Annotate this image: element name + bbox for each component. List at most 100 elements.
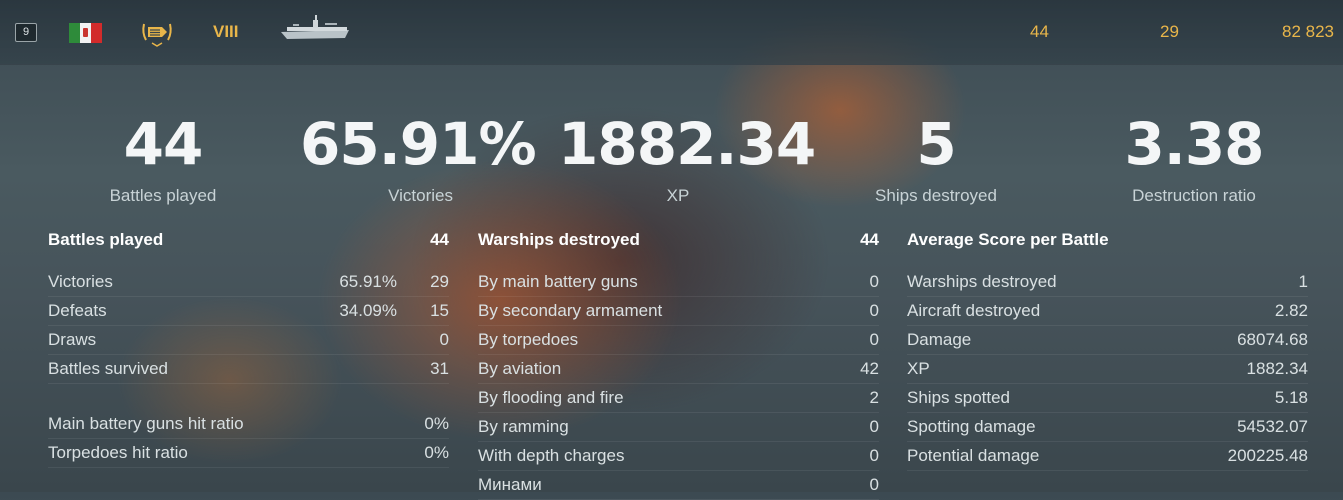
stat-percent	[317, 330, 397, 350]
stat-row-draws: Draws 0	[48, 326, 449, 355]
stat-value: 0	[869, 475, 879, 494]
italy-flag-icon	[69, 23, 102, 43]
stat-label: By ramming	[478, 417, 569, 436]
column-title-value: 44	[860, 230, 879, 249]
stat-label: Ships spotted	[907, 388, 1011, 407]
stat-value: 1882.34	[1246, 359, 1308, 378]
stat-label: Warships destroyed	[907, 272, 1057, 291]
stat-row: Ships spotted 5.18	[907, 384, 1308, 413]
stat-value: 0	[869, 417, 879, 436]
stat-percent: 34.09%	[339, 301, 397, 320]
stat-value: 0	[869, 330, 879, 349]
header-damage-total: 82 823	[1282, 22, 1334, 41]
rank-badge: 9	[15, 23, 37, 42]
stat-row: By main battery guns 0	[478, 268, 879, 297]
summary-destruction-ratio: 3.38 Destruction ratio	[1074, 110, 1314, 206]
summary-victories: 65.91% Victories	[300, 110, 537, 206]
warships-destroyed-column: Warships destroyed 44 By main battery gu…	[478, 230, 879, 500]
stat-label: Potential damage	[907, 446, 1040, 465]
stat-value: 15	[430, 301, 449, 320]
summary-value: 1882.34	[558, 110, 816, 178]
stat-row: Warships destroyed 1	[907, 268, 1308, 297]
summary-battles-played: 44 Battles played	[43, 110, 283, 206]
stat-value: 0	[439, 330, 449, 349]
stat-row: With depth charges 0	[478, 442, 879, 471]
stat-row-battles-survived: Battles survived 31	[48, 355, 449, 384]
header-wins-count: 29	[1160, 22, 1179, 41]
ship-silhouette-icon	[281, 15, 349, 39]
summary-label: Destruction ratio	[1132, 186, 1256, 205]
header-battles-count: 44	[1030, 22, 1049, 41]
stat-value: 0%	[424, 414, 449, 433]
stat-label: XP	[907, 359, 930, 378]
ship-header-bar: 9 VIII 44 29 82 823	[0, 0, 1343, 65]
ship-tier: VIII	[213, 22, 239, 41]
battles-column: Battles played 44 Victories 65.91% 29 Def…	[48, 230, 449, 468]
stat-label: Draws	[48, 330, 97, 349]
stat-value: 0	[869, 301, 879, 320]
average-column-header: Average Score per Battle	[907, 230, 1308, 256]
stat-value: 0	[869, 272, 879, 291]
stat-row: By aviation 42	[478, 355, 879, 384]
column-title-value: 44	[430, 230, 449, 249]
stat-value: 0%	[424, 443, 449, 462]
summary-label: XP	[666, 186, 690, 205]
stat-row-victories: Victories 65.91% 29	[48, 268, 449, 297]
stat-row: By ramming 0	[478, 413, 879, 442]
stat-row-main-battery-hit-ratio: Main battery guns hit ratio 0%	[48, 410, 449, 439]
stat-label: By flooding and fire	[478, 388, 624, 407]
column-title: Battles played	[48, 230, 164, 249]
summary-value: 65.91%	[300, 110, 537, 178]
stat-value: 31	[430, 359, 449, 378]
summary-value: 5	[916, 110, 956, 178]
column-title: Warships destroyed	[478, 230, 640, 249]
summary-label: Victories	[388, 186, 453, 205]
aircraft-carrier-class-icon	[142, 23, 172, 47]
stat-percent	[317, 359, 397, 379]
stat-value: 54532.07	[1237, 417, 1308, 436]
summary-value: 3.38	[1124, 110, 1264, 178]
summary-label: Battles played	[109, 186, 217, 205]
stat-value: 200225.48	[1227, 446, 1308, 465]
stat-row-torpedoes-hit-ratio: Torpedoes hit ratio 0%	[48, 439, 449, 468]
stat-value: 29	[430, 272, 449, 291]
stat-value: 0	[869, 446, 879, 465]
stat-label: Battles survived	[48, 359, 168, 378]
stat-row: By torpedoes 0	[478, 326, 879, 355]
stat-label: Torpedoes hit ratio	[48, 443, 188, 462]
stat-row: By secondary armament 0	[478, 297, 879, 326]
stat-label: Defeats	[48, 301, 107, 320]
stat-row: XP 1882.34	[907, 355, 1308, 384]
stat-label: By main battery guns	[478, 272, 638, 291]
stat-row: Spotting damage 54532.07	[907, 413, 1308, 442]
stat-label: By torpedoes	[478, 330, 579, 349]
stat-value: 5.18	[1274, 388, 1308, 407]
stat-label: Spotting damage	[907, 417, 1036, 436]
average-score-column: Average Score per Battle Warships destro…	[907, 230, 1308, 471]
stat-label: Victories	[48, 272, 113, 291]
stat-value: 2.82	[1274, 301, 1308, 320]
summary-ships-destroyed: 5 Ships destroyed	[816, 110, 1056, 206]
stat-value: 1	[1298, 272, 1308, 291]
stat-row-defeats: Defeats 34.09% 15	[48, 297, 449, 326]
stat-row: By flooding and fire 2	[478, 384, 879, 413]
stat-label: By aviation	[478, 359, 562, 378]
stat-value: 42	[860, 359, 879, 378]
stat-label: Aircraft destroyed	[907, 301, 1041, 320]
stat-row: Potential damage 200225.48	[907, 442, 1308, 471]
stat-row: Aircraft destroyed 2.82	[907, 297, 1308, 326]
stat-value: 68074.68	[1237, 330, 1308, 349]
stat-value: 2	[869, 388, 879, 407]
summary-xp: 1882.34 XP	[558, 110, 816, 206]
stat-label: With depth charges	[478, 446, 625, 465]
stat-label: Damage	[907, 330, 972, 349]
stat-row: Damage 68074.68	[907, 326, 1308, 355]
battles-column-header: Battles played 44	[48, 230, 449, 256]
stat-label: Минами	[478, 475, 542, 494]
stat-label: By secondary armament	[478, 301, 663, 320]
summary-value: 44	[123, 110, 204, 178]
stat-label: Main battery guns hit ratio	[48, 414, 244, 433]
summary-label: Ships destroyed	[875, 186, 997, 205]
column-title: Average Score per Battle	[907, 230, 1109, 249]
stat-row: Минами 0	[478, 471, 879, 500]
